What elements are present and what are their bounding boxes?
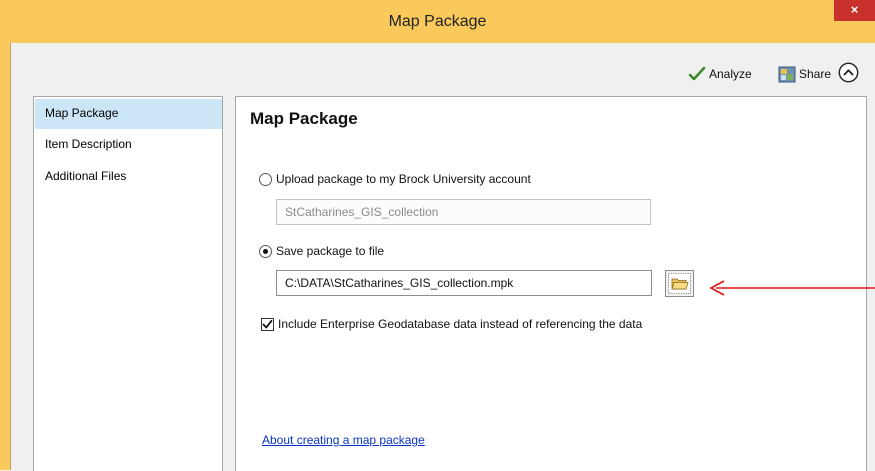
share-button[interactable]: Share	[778, 63, 831, 85]
sidebar-item-map-package[interactable]: Map Package	[35, 99, 222, 129]
analyze-label: Analyze	[709, 67, 752, 81]
sidebar-item-label: Item Description	[45, 137, 132, 151]
analyze-button[interactable]: Analyze	[688, 63, 752, 85]
upload-radio[interactable]	[259, 173, 272, 186]
checkmark-icon	[688, 66, 706, 81]
folder-icon	[668, 273, 691, 294]
sidebar-item-label: Additional Files	[45, 169, 127, 183]
save-to-file-radio[interactable]	[259, 245, 272, 258]
browse-button[interactable]	[665, 270, 694, 297]
close-button[interactable]: ×	[834, 0, 875, 21]
sidebar-item-item-description[interactable]: Item Description	[35, 130, 222, 160]
save-path-field[interactable]: C:\DATA\StCatharines_GIS_collection.mpk	[276, 270, 652, 296]
checkmark-icon	[262, 319, 273, 329]
share-icon	[778, 66, 796, 82]
include-enterprise-label[interactable]: Include Enterprise Geodatabase data inst…	[278, 317, 642, 331]
sidebar-item-label: Map Package	[45, 106, 119, 120]
include-enterprise-checkbox[interactable]	[261, 318, 274, 331]
collapse-button[interactable]	[838, 62, 859, 83]
upload-radio-label[interactable]: Upload package to my Brock University ac…	[276, 172, 531, 186]
upload-name-field[interactable]: StCatharines_GIS_collection	[276, 199, 651, 225]
page-title: Map Package	[250, 109, 358, 128]
save-to-file-label[interactable]: Save package to file	[276, 244, 384, 258]
share-label: Share	[799, 67, 832, 81]
help-link[interactable]: About creating a map package	[262, 433, 425, 447]
chevron-up-icon	[838, 62, 859, 83]
sidebar-nav: Map Package Item Description Additional …	[33, 96, 223, 471]
window-title: Map Package	[388, 13, 487, 30]
close-icon: ×	[850, 2, 859, 17]
annotation-arrow	[709, 280, 875, 296]
sidebar-item-additional-files[interactable]: Additional Files	[35, 162, 222, 192]
